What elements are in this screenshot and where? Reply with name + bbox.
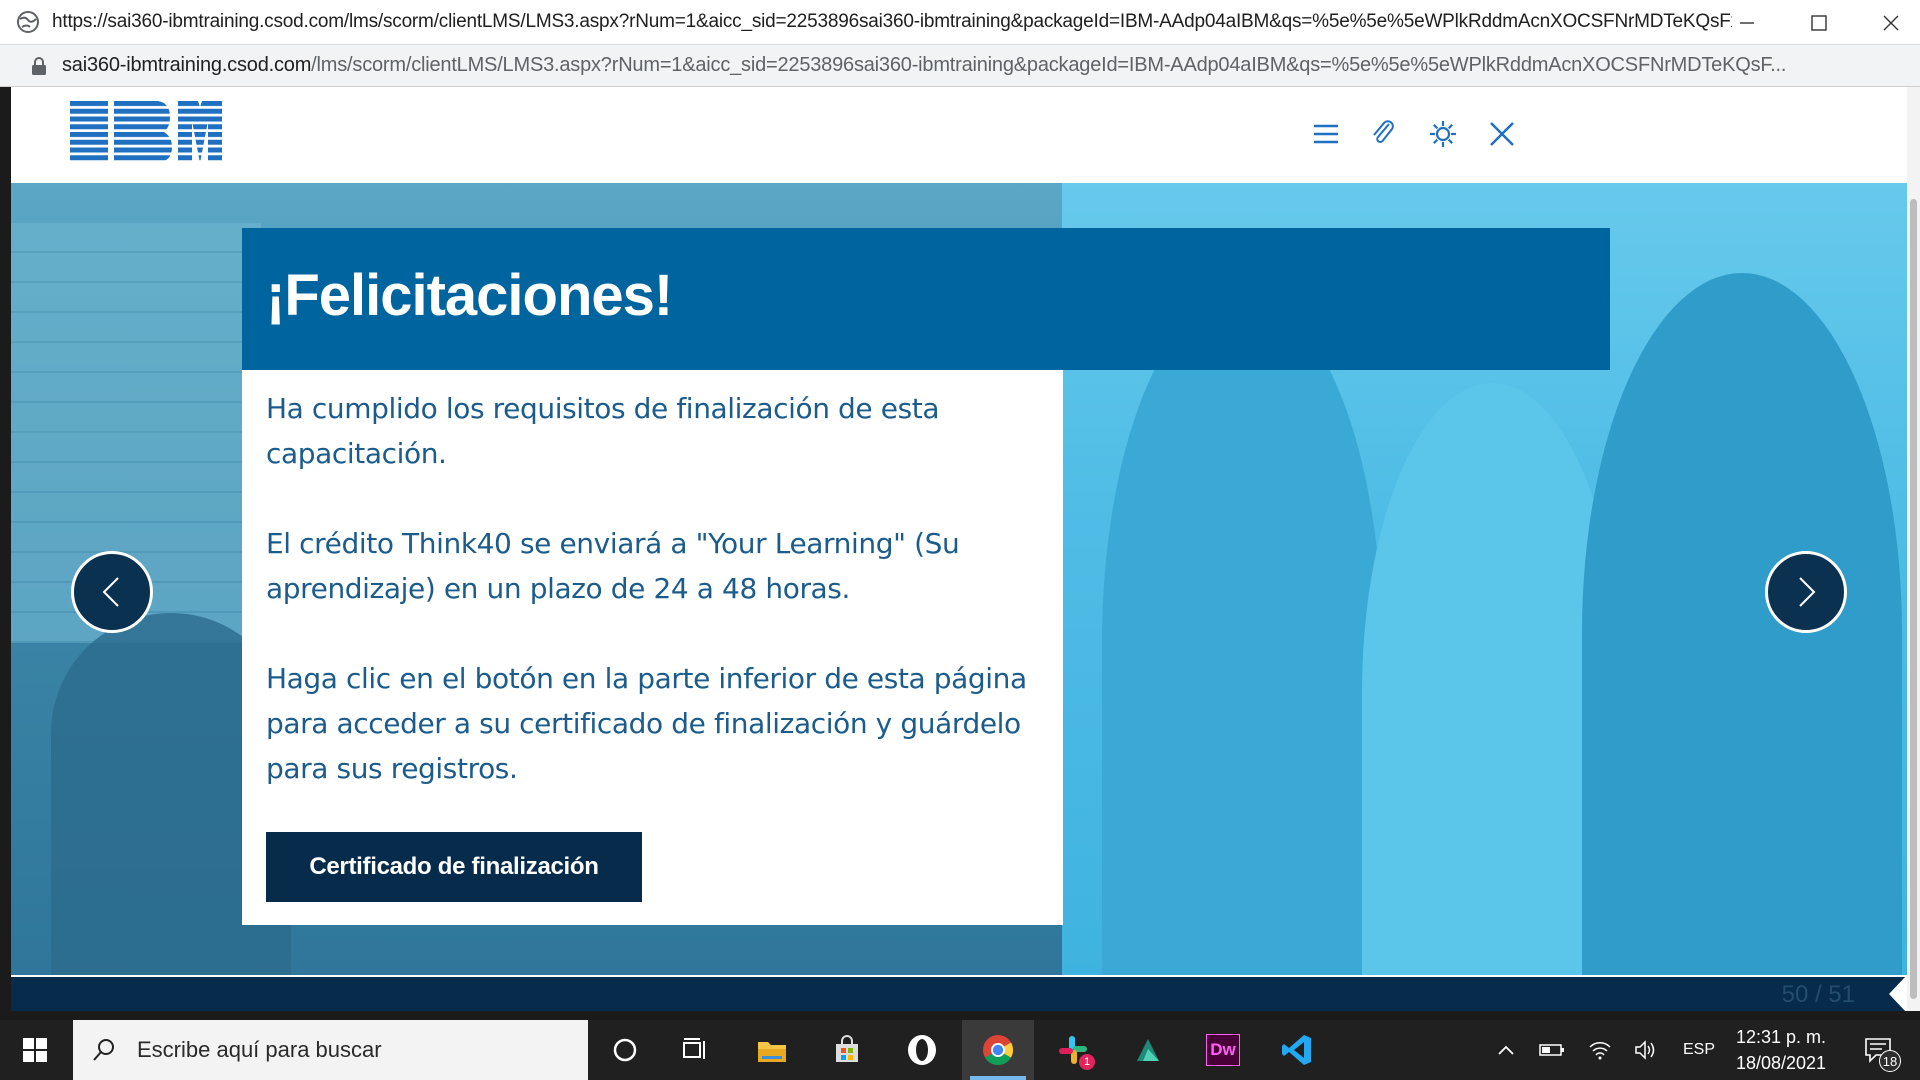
paperclip-icon [1373,120,1394,143]
resources-button[interactable] [1363,113,1405,155]
show-hidden-icons-button[interactable] [1490,1020,1522,1080]
app-icon [1137,1039,1159,1061]
network-button[interactable] [1583,1020,1617,1080]
minimize-button[interactable] [1711,0,1783,45]
cortana-button[interactable] [589,1020,661,1080]
lock-icon [32,56,46,75]
course-header [11,87,1907,183]
window-title: https://sai360-ibmtraining.csod.com/lms/… [52,11,1732,32]
chevron-right-icon [1799,577,1816,607]
maximize-button[interactable] [1783,0,1855,45]
start-button[interactable] [0,1020,70,1080]
task-view-button[interactable] [659,1020,731,1080]
search-icon [93,1039,114,1061]
certificate-button[interactable]: Certificado de finalización [266,832,642,902]
language-indicator[interactable]: ESP [1676,1020,1722,1080]
dreamweaver-label: Dw [1210,1040,1236,1059]
next-slide-button[interactable] [1765,551,1847,633]
next-notch[interactable] [1889,975,1907,1011]
battery-icon [1539,1044,1564,1056]
menu-button[interactable] [1305,113,1347,155]
windows-icon [23,1038,47,1062]
notification-count: 18 [1879,1050,1901,1072]
search-placeholder: Escribe aquí para buscar [137,1037,382,1062]
dreamweaver-button[interactable]: Dw [1187,1020,1259,1080]
url-path: /lms/scorm/clientLMS/LMS3.aspx?rNum=1&ai… [311,54,1787,76]
chevron-left-icon [102,577,119,607]
course-footer: 50 / 51 [11,975,1907,1011]
window-close-button[interactable] [1855,0,1920,45]
minimize-icon [1740,21,1754,24]
taskbar-clock[interactable]: 12:31 p. m. 18/08/2021 [1726,1024,1836,1076]
paragraph-completion: Ha cumplido los requisitos de finalizaci… [266,392,940,470]
battery-button[interactable] [1535,1020,1569,1080]
settings-button[interactable] [1422,113,1464,155]
close-icon [1883,15,1899,30]
taskbar: Escribe aquí para buscar 1 Dw ESP 12:31 … [0,1020,1920,1080]
task-view-icon [683,1038,705,1059]
close-icon [1490,122,1514,146]
slack-button[interactable]: 1 [1037,1020,1109,1080]
wifi-icon [1589,1042,1611,1060]
notifications-button[interactable]: 18 [1850,1020,1906,1080]
paragraph-credit: El crédito Think40 se enviará a "Your Le… [266,527,960,605]
ibm-logo [70,101,222,163]
file-explorer-icon [758,1042,786,1062]
chrome-icon [983,1035,1014,1066]
taskbar-search[interactable]: Escribe aquí para buscar [73,1020,588,1080]
opera-button[interactable] [886,1020,958,1080]
active-indicator [970,1076,1026,1080]
slide-stage: ¡Felicitaciones! Ha cumplido los requisi… [11,183,1907,975]
maximize-icon [1811,14,1827,31]
content-card: Ha cumplido los requisitos de finalizaci… [242,370,1063,925]
vscode-button[interactable] [1261,1020,1333,1080]
previous-slide-button[interactable] [71,551,153,633]
store-button[interactable] [811,1020,883,1080]
menu-icon [1314,124,1338,144]
slide-heading: ¡Felicitaciones! [266,263,673,328]
file-explorer-button[interactable] [736,1020,808,1080]
slide-heading-banner: ¡Felicitaciones! [242,228,1610,370]
volume-button[interactable] [1629,1020,1663,1080]
slack-badge: 1 [1079,1054,1095,1070]
url-text: sai360-ibmtraining.csod.com/lms/scorm/cl… [62,54,1902,77]
globe-icon [17,11,39,33]
slide-counter: 50 / 51 [1781,981,1855,1008]
vertical-scrollbar[interactable] [1907,87,1920,1011]
settings-icon [1430,121,1456,147]
speaker-icon [1635,1040,1655,1060]
vscode-icon [1282,1035,1311,1065]
store-icon [836,1035,858,1062]
paragraph-instructions: Haga clic en el botón en la parte inferi… [266,662,1027,785]
window-titlebar: https://sai360-ibmtraining.csod.com/lms/… [0,0,1920,45]
clock-date: 18/08/2021 [1735,1053,1827,1073]
app-button[interactable] [1112,1020,1184,1080]
cortana-icon [613,1038,637,1062]
clock-time: 12:31 p. m. [1735,1027,1827,1047]
dreamweaver-icon: Dw [1206,1034,1240,1066]
close-course-button[interactable] [1481,113,1523,155]
chrome-button[interactable] [962,1020,1034,1080]
url-host: sai360-ibmtraining.csod.com [62,54,312,76]
address-bar[interactable]: sai360-ibmtraining.csod.com/lms/scorm/cl… [0,45,1920,87]
opera-icon [908,1035,936,1065]
course-page: ¡Felicitaciones! Ha cumplido los requisi… [11,87,1907,1011]
chevron-up-icon [1498,1045,1514,1055]
scrollbar-thumb[interactable] [1910,199,1917,999]
